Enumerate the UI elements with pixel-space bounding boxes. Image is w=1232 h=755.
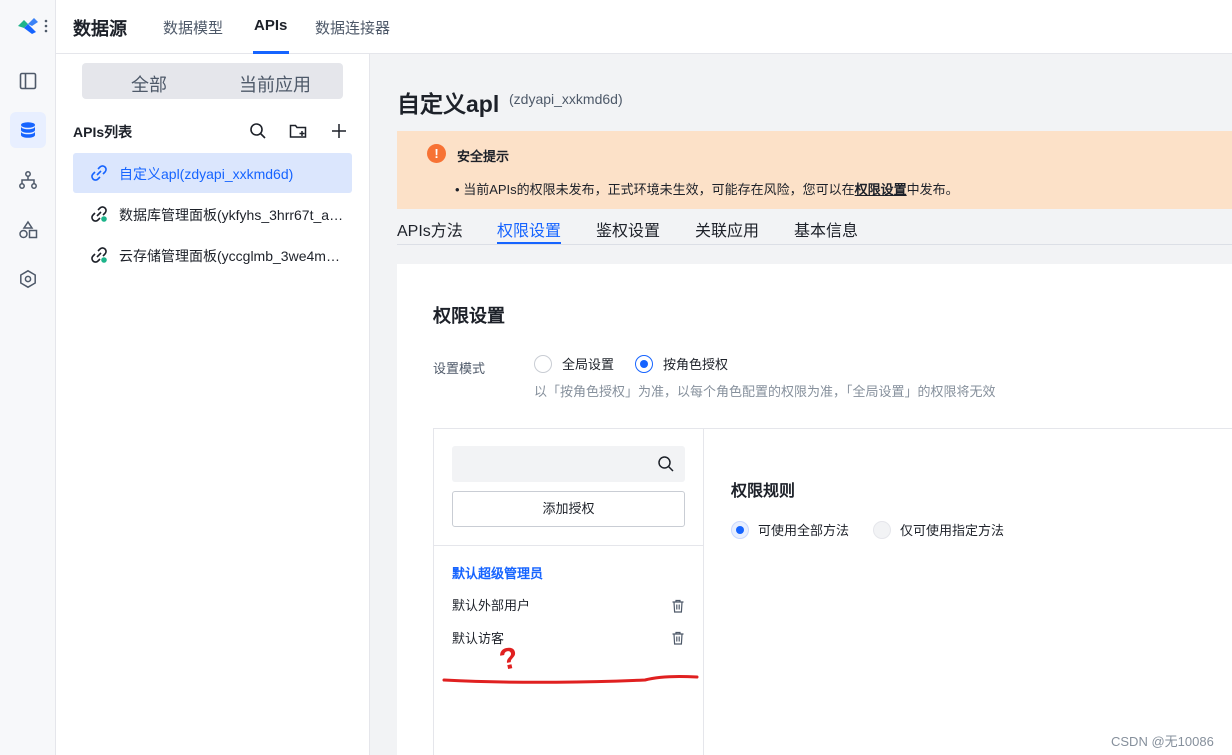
main-content: 自定义apl (zdyapi_xxkmd6d) ! 安全提示 • 当前APIs的… <box>371 54 1232 755</box>
hexagon-settings-icon[interactable] <box>10 261 46 297</box>
tab-bar: APIs方法 权限设置 鉴权设置 关联应用 基本信息 <box>397 217 1232 245</box>
permission-card: 权限设置 设置模式 全局设置 按角色授权 以「按角色授权」为准，以每个角色配置的… <box>397 264 1232 755</box>
scope-segmented-control: 全部 当前应用 <box>82 63 343 99</box>
layout-icon[interactable] <box>10 63 46 99</box>
app-logo[interactable] <box>16 16 40 36</box>
alert-bullet: • <box>455 182 460 197</box>
api-list-item[interactable]: 数据库管理面板(ykfyhs_3hrr67t_apis) <box>73 194 352 234</box>
role-item-super-admin[interactable]: 默认超级管理员 <box>452 563 543 582</box>
role-item-external-user[interactable]: 默认外部用户 <box>452 595 530 614</box>
plus-icon[interactable] <box>330 122 348 140</box>
radio-global-label: 全局设置 <box>562 357 615 372</box>
role-item-guest[interactable]: 默认访客 <box>452 628 504 647</box>
trash-icon[interactable] <box>671 599 685 613</box>
link-icon <box>91 206 107 222</box>
trash-icon[interactable] <box>671 631 685 645</box>
tab-basic-info[interactable]: 基本信息 <box>794 217 858 241</box>
mode-hint: 以「按角色授权」为准，以每个角色配置的权限为准，「全局设置」的权限将无效 <box>534 384 996 399</box>
api-item-label: 云存储管理面板(yccglmb_3we4mo3_apis) <box>119 248 347 264</box>
radio-by-role-label: 按角色授权 <box>663 357 729 372</box>
link-icon <box>91 247 107 263</box>
alert-text-end: 中发布。 <box>906 182 959 197</box>
apis-list-title: APIs列表 <box>73 124 133 140</box>
warning-icon: ! <box>427 144 446 163</box>
search-icon[interactable] <box>249 122 267 140</box>
tab-related-apps[interactable]: 关联应用 <box>695 217 759 241</box>
radio-specified-methods[interactable] <box>873 521 891 539</box>
radio-all-methods[interactable] <box>731 521 749 539</box>
shapes-icon[interactable] <box>10 212 46 248</box>
section-title: 数据源 <box>73 19 127 39</box>
card-title: 权限设置 <box>433 306 505 326</box>
tab-auth-settings[interactable]: 鉴权设置 <box>596 217 660 241</box>
api-list-item[interactable]: 云存储管理面板(yccglmb_3we4mo3_apis) <box>73 235 352 275</box>
alert-body: • 当前APIs的权限未发布，正式环境未生效，可能存在风险，您可以在权限设置中发… <box>455 179 959 198</box>
top-bar: 数据源 数据模型 APIs 数据连接器 <box>56 0 1232 54</box>
rules-title: 权限规则 <box>731 483 796 500</box>
page-title: 自定义apl <box>397 91 500 117</box>
segment-current-app[interactable]: 当前应用 <box>239 71 311 97</box>
api-list-item[interactable]: 自定义apl(zdyapi_xxkmd6d) <box>73 153 352 193</box>
tab-api-methods[interactable]: APIs方法 <box>397 217 463 241</box>
page-subtitle: (zdyapi_xxkmd6d) <box>509 91 623 107</box>
api-item-label: 自定义apl(zdyapi_xxkmd6d) <box>119 166 294 182</box>
security-alert: ! 安全提示 • 当前APIs的权限未发布，正式环境未生效，可能存在风险，您可以… <box>397 131 1232 209</box>
new-folder-icon[interactable] <box>289 122 307 140</box>
nav-data-connector[interactable]: 数据连接器 <box>315 17 390 38</box>
radio-all-methods-label: 可使用全部方法 <box>758 523 850 538</box>
tab-permission-settings[interactable]: 权限设置 <box>497 217 561 241</box>
link-icon <box>91 165 107 181</box>
radio-by-role[interactable] <box>635 355 653 373</box>
role-list-panel: 添加授权 默认超级管理员 默认外部用户 默认访客 <box>434 429 704 755</box>
search-icon[interactable] <box>657 455 675 473</box>
role-permission-box: 添加授权 默认超级管理员 默认外部用户 默认访客 权限规则 可使用全部方法 仅可… <box>433 428 1232 755</box>
mode-label: 设置模式 <box>433 361 486 376</box>
segment-all[interactable]: 全部 <box>131 71 167 97</box>
alert-title: 安全提示 <box>457 149 510 164</box>
add-authorization-button[interactable]: 添加授权 <box>452 491 685 527</box>
apis-sidebar: 全部 当前应用 APIs列表 自定义apl(zdyapi_xxkmd6d) 数据… <box>56 54 370 755</box>
radio-global[interactable] <box>534 355 552 373</box>
alert-link[interactable]: 权限设置 <box>855 182 907 197</box>
hierarchy-icon[interactable] <box>10 162 46 198</box>
database-icon[interactable] <box>10 112 46 148</box>
icon-rail <box>0 0 56 755</box>
watermark: CSDN @无10086 <box>1111 734 1214 749</box>
nav-data-model[interactable]: 数据模型 <box>163 17 223 38</box>
more-dots-icon[interactable] <box>44 18 48 34</box>
alert-text: 当前APIs的权限未发布，正式环境未生效，可能存在风险，您可以在 <box>463 182 855 197</box>
api-item-label: 数据库管理面板(ykfyhs_3hrr67t_apis) <box>119 207 347 223</box>
radio-specified-methods-label: 仅可使用指定方法 <box>900 523 1005 538</box>
divider <box>434 545 704 546</box>
tab-active-indicator <box>497 242 561 244</box>
role-search-input[interactable] <box>452 446 685 482</box>
nav-apis[interactable]: APIs <box>254 17 287 34</box>
